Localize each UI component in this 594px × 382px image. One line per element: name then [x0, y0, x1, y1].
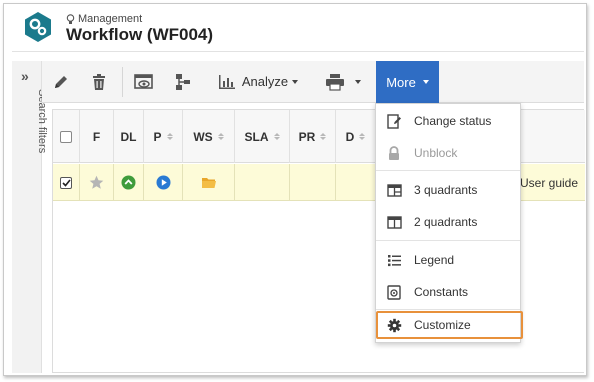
more-button[interactable]: More	[376, 61, 439, 103]
expand-icon[interactable]: »	[21, 68, 29, 84]
menu-item-2-quadrants[interactable]: 2 quadrants	[376, 206, 520, 238]
menu-item-label: 3 quadrants	[414, 183, 478, 197]
printer-icon	[326, 73, 344, 91]
column-header[interactable]: DL	[114, 110, 144, 163]
menu-item-label: 2 quadrants	[414, 215, 478, 229]
more-dropdown-menu: Change status Unblock 3 quadrants 2 quad…	[375, 103, 523, 343]
row-checkbox[interactable]	[60, 176, 72, 189]
search-filters-panel[interactable]: » Search filters	[12, 61, 48, 373]
menu-divider	[376, 170, 520, 171]
pr-cell	[290, 164, 336, 201]
d-cell	[336, 164, 376, 201]
flowchart-button[interactable]	[168, 61, 198, 102]
toolbar-separator	[122, 67, 123, 97]
column-header[interactable]: SLA	[235, 110, 290, 163]
customize-highlight	[376, 311, 523, 339]
sla-cell	[235, 164, 290, 201]
flowchart-icon	[176, 73, 190, 90]
workspace-cell[interactable]	[183, 164, 235, 201]
pencil-icon	[55, 75, 67, 88]
layout-3-icon	[386, 182, 402, 198]
column-header[interactable]: F	[80, 110, 114, 163]
menu-divider	[376, 240, 520, 241]
lock-icon	[386, 145, 402, 161]
page-title: Workflow (WF004)	[66, 25, 214, 44]
folder-icon[interactable]	[201, 176, 217, 189]
menu-item-label: Legend	[414, 253, 455, 267]
menu-item-3-quadrants[interactable]: 3 quadrants	[376, 174, 520, 206]
column-header[interactable]: D	[336, 110, 376, 163]
edit-doc-icon	[386, 113, 402, 129]
column-header[interactable]: WS	[183, 110, 235, 163]
sort-icon	[166, 133, 173, 140]
checkmark-icon	[61, 178, 71, 187]
sort-icon	[273, 133, 280, 140]
sort-icon	[359, 133, 366, 140]
list-icon	[386, 252, 402, 268]
column-header[interactable]: PR	[290, 110, 336, 163]
trash-icon	[93, 73, 105, 90]
toolbar: Analyze More	[42, 61, 584, 103]
deadline-ok-icon	[121, 175, 136, 190]
select-all-cell[interactable]	[53, 110, 80, 163]
star-icon[interactable]	[89, 175, 104, 190]
more-label: More	[386, 74, 416, 90]
menu-item-label: Constants	[414, 285, 469, 299]
menu-item-unblock[interactable]: Unblock	[376, 137, 520, 169]
print-button[interactable]	[318, 61, 368, 102]
chevron-down-icon	[292, 79, 299, 84]
analyze-button[interactable]: Analyze	[212, 61, 304, 102]
sort-icon	[217, 133, 224, 140]
row-title: User guide	[520, 175, 579, 190]
deadline-cell	[114, 164, 144, 201]
menu-item-constants[interactable]: Constants	[376, 276, 520, 308]
priority-cell	[144, 164, 183, 201]
analyze-label: Analyze	[241, 74, 289, 89]
column-header[interactable]: P	[144, 110, 183, 163]
breadcrumb[interactable]: Management	[66, 13, 142, 25]
menu-item-label: Change status	[414, 114, 492, 128]
constants-icon	[386, 284, 402, 300]
edit-button[interactable]	[46, 61, 76, 102]
delete-button[interactable]	[84, 61, 114, 102]
menu-item-legend[interactable]: Legend	[376, 244, 520, 276]
chevron-down-icon	[355, 79, 361, 84]
menu-item-label: Unblock	[414, 146, 458, 160]
layout-2-icon	[386, 214, 402, 230]
header-divider	[12, 51, 584, 52]
play-status-icon	[156, 175, 170, 190]
view-window-icon	[134, 73, 153, 89]
bar-chart-icon	[218, 74, 235, 89]
lightbulb-icon	[66, 13, 75, 24]
workflow-gear-icon	[25, 12, 51, 42]
row-select-cell[interactable]	[53, 164, 80, 201]
select-all-checkbox[interactable]	[60, 130, 72, 143]
sort-icon	[320, 133, 327, 140]
menu-item-change-status[interactable]: Change status	[376, 105, 520, 137]
breadcrumb-label: Management	[78, 13, 143, 25]
view-button[interactable]	[128, 61, 160, 102]
chevron-down-icon	[422, 80, 429, 84]
favorite-cell[interactable]	[80, 164, 114, 201]
